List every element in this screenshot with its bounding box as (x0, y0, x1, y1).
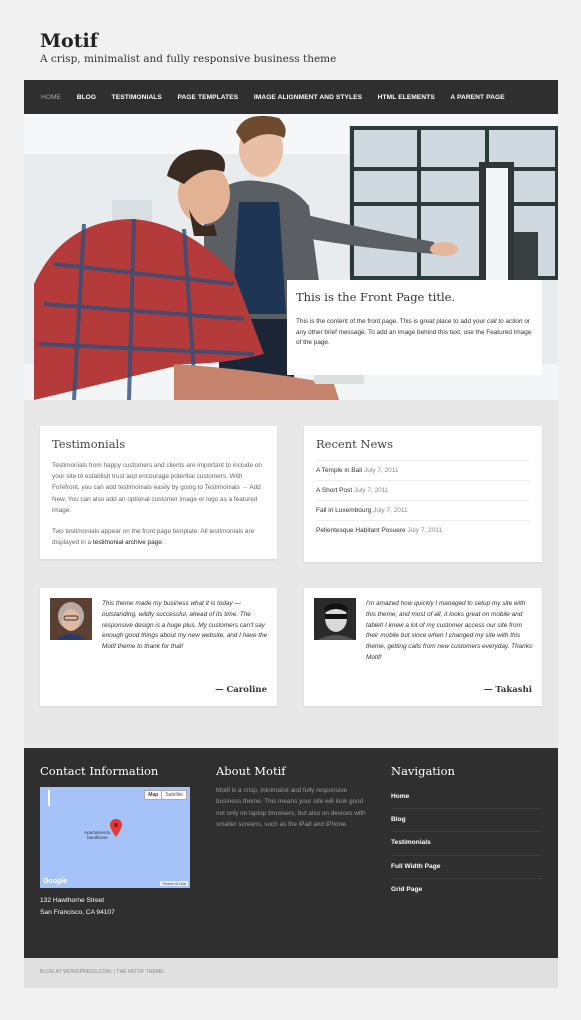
google-logo: Google (43, 878, 68, 885)
testimonial-author: — Takashi (483, 685, 532, 695)
address: 132 Hawthorne Street San Francisco, CA 9… (40, 895, 115, 918)
footer-nav-item[interactable]: Blog (391, 809, 542, 833)
contact-heading: Contact Information (40, 764, 159, 778)
news-item[interactable]: A Short Post July 7, 2011 (316, 481, 530, 501)
site-info-bar: Blog at WordPress.com. | The Motif Theme… (24, 958, 558, 988)
nav-item-page-templates[interactable]: Page Templates (177, 94, 238, 101)
terms-link[interactable]: Terms of Use (160, 881, 188, 886)
testimonials-widget: Testimonials Testimonials from happy cus… (40, 426, 277, 559)
testimonial-archive-link[interactable]: testimonial archive page (93, 539, 162, 546)
news-date: July 7, 2011 (373, 507, 408, 514)
zoom-slider[interactable] (48, 790, 50, 806)
footer-credits[interactable]: Blog at WordPress.com. | The Motif Theme… (40, 969, 165, 975)
footer-nav: Home Blog Testimonials Full Width Page G… (391, 786, 542, 902)
footer-widgets: Contact Information Map Satellite Aparta… (24, 748, 558, 958)
address-line: 132 Hawthorne Street (40, 897, 105, 904)
testimonial-quote: I'm amazed how quickly I managed to setu… (366, 600, 533, 661)
site-title[interactable]: Motif (40, 30, 98, 52)
nav-item-testimonials[interactable]: Testimonials (112, 94, 162, 101)
widget-title: Recent News (316, 437, 394, 451)
news-item[interactable]: Pellentesque Habitant Posuere July 7, 20… (316, 521, 530, 540)
news-date: July 7, 2011 (407, 527, 443, 534)
news-title[interactable]: A Temple in Bali (316, 467, 362, 474)
news-title[interactable]: Fall in Luxembourg (316, 507, 371, 514)
widget-text: Testimonials from happy customers and cl… (52, 462, 262, 514)
testimonial-card: I'm amazed how quickly I managed to setu… (304, 588, 542, 706)
address-line: San Francisco, CA 94107 (40, 908, 115, 916)
widget-text: Two testimonials appear on the front pag… (52, 526, 265, 548)
satellite-button[interactable]: Satellite (162, 791, 186, 799)
testimonial-card: This theme made my business what it is t… (40, 588, 277, 706)
news-date: July 7, 2011 (363, 467, 399, 474)
hero-text-emphasis: call to action (487, 318, 523, 325)
news-title[interactable]: Pellentesque Habitant Posuere (316, 527, 406, 534)
hero-content-box: This is the Front Page title. This is th… (287, 280, 542, 375)
nav-item-html-elements[interactable]: HTML Elements (378, 94, 435, 101)
map-type-control: Map Satellite (144, 790, 187, 800)
footer-nav-item[interactable]: Testimonials (391, 832, 542, 856)
footer-nav-item[interactable]: Grid Page (391, 879, 542, 902)
google-map[interactable]: Map Satellite Apartamento Sandhone Googl… (40, 787, 190, 888)
avatar (50, 598, 92, 640)
testimonial-quote: This theme made my business what it is t… (102, 600, 268, 651)
map-button[interactable]: Map (145, 791, 163, 799)
recent-news-widget: Recent News A Temple in Bali July 7, 201… (304, 426, 542, 562)
hero-section: This is the Front Page title. This is th… (24, 114, 558, 400)
nav-item-parent-page[interactable]: A Parent Page (450, 94, 504, 101)
news-item[interactable]: A Temple in Bali July 7, 2011 (316, 460, 530, 481)
footer-nav-item[interactable]: Full Width Page (391, 856, 542, 879)
news-title[interactable]: A Short Post (316, 487, 352, 494)
map-pin-icon[interactable] (110, 819, 122, 837)
map-place-label: Apartamento Sandhone (84, 830, 110, 840)
avatar (314, 598, 356, 640)
about-heading: About Motif (216, 764, 286, 778)
map-place-line: Sandhone (86, 835, 108, 840)
news-item[interactable]: Fall in Luxembourg July 7, 2011 (316, 501, 530, 521)
widget-text-part: . (161, 539, 164, 547)
hero-title: This is the Front Page title. (296, 290, 456, 304)
hero-text-part: This is the content of the front page. T… (296, 318, 488, 325)
navigation-heading: Navigation (391, 764, 455, 778)
news-list: A Temple in Bali July 7, 2011 A Short Po… (316, 460, 530, 540)
news-date: July 7, 2011 (353, 487, 389, 494)
main-navigation: Home Blog Testimonials Page Templates Im… (24, 80, 558, 114)
nav-item-blog[interactable]: Blog (77, 94, 96, 101)
hero-text: This is the content of the front page. T… (296, 317, 533, 349)
nav-item-image-alignment[interactable]: Image Alignment and Styles (254, 94, 362, 101)
nav-item-home[interactable]: Home (41, 94, 61, 101)
about-text: Motif is a crisp, minimalist and fully r… (216, 787, 366, 828)
footer-nav-item[interactable]: Home (391, 786, 542, 810)
testimonial-author: — Caroline (215, 685, 267, 695)
widget-title: Testimonials (52, 437, 126, 451)
site-description: A crisp, minimalist and fully responsive… (40, 53, 337, 65)
